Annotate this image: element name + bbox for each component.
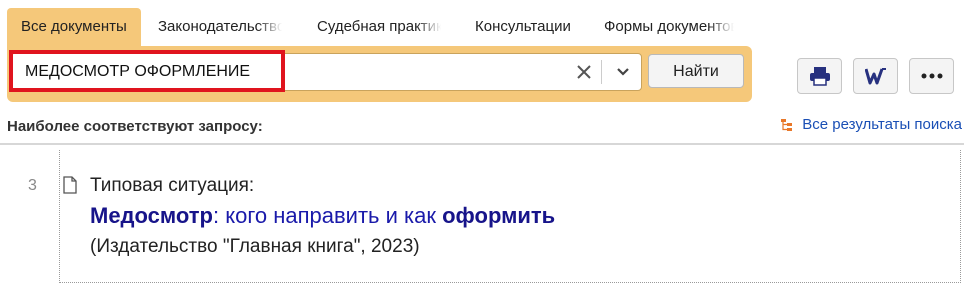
print-button[interactable] bbox=[797, 58, 842, 94]
tab-all-documents[interactable]: Все документы bbox=[7, 8, 141, 46]
result-source: (Издательство "Главная книга", 2023) bbox=[90, 236, 420, 257]
clear-icon[interactable] bbox=[571, 59, 597, 85]
all-results-label: Все результаты поиска bbox=[802, 116, 962, 133]
find-button[interactable]: Найти bbox=[648, 54, 744, 88]
section-title: Наиболее соответствуют запросу: bbox=[7, 118, 263, 135]
title-keyword-2: оформить bbox=[442, 203, 556, 228]
result-title-link[interactable]: Медосмотр: кого направить и как оформить bbox=[90, 203, 555, 229]
document-type-tabs: Все документы Законодательство Судебная … bbox=[7, 8, 907, 46]
title-text: : кого направить и как bbox=[213, 203, 443, 228]
tab-document-forms[interactable]: Формы документов bbox=[604, 8, 734, 46]
query-highlight-frame bbox=[9, 50, 285, 92]
chevron-down-icon[interactable] bbox=[609, 59, 637, 85]
result-number: 3 bbox=[28, 177, 37, 194]
tab-court-practice[interactable]: Судебная практика bbox=[317, 8, 441, 46]
tree-icon bbox=[780, 118, 794, 136]
search-divider bbox=[601, 60, 602, 84]
header-divider bbox=[0, 143, 964, 145]
all-results-link[interactable]: Все результаты поиска bbox=[781, 116, 962, 133]
tab-consultations[interactable]: Консультации bbox=[475, 8, 571, 46]
export-word-button[interactable] bbox=[853, 58, 898, 94]
result-kind: Типовая ситуация: bbox=[90, 175, 255, 196]
more-button[interactable] bbox=[909, 58, 954, 94]
document-icon bbox=[63, 176, 77, 199]
title-keyword-1: Медосмотр bbox=[90, 203, 213, 228]
search-panel: МЕДОСМОТР ОФОРМЛЕНИЕ Найти bbox=[7, 46, 752, 102]
tab-legislation[interactable]: Законодательство bbox=[158, 8, 282, 46]
